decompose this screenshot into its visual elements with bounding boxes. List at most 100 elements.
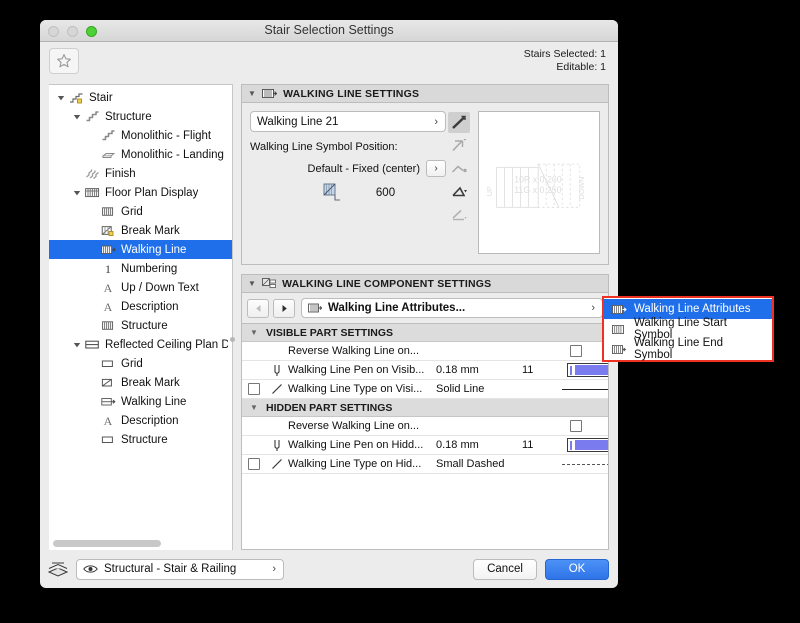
sidebar-item-stair[interactable]: Stair <box>49 88 232 107</box>
sidebar-item-description[interactable]: A Description <box>49 297 232 316</box>
settings-group-header[interactable]: ▼ VISIBLE PART SETTINGS <box>242 324 608 342</box>
stair-preview[interactable]: UP DOWN 10R x 0.200 11G x 0.250 <box>478 111 600 254</box>
settings-row[interactable]: Walking Line Pen on Visib... 0.18 mm 11 <box>242 361 608 380</box>
attribute-selector[interactable]: Walking Line Attributes... › <box>301 298 603 318</box>
component-settings-icon <box>262 277 277 288</box>
pen-icon <box>266 439 288 452</box>
collapse-triangle-icon[interactable]: ▼ <box>242 403 266 412</box>
settings-content: ▼ WALKING LINE SETTINGS Walking Line 21 … <box>233 84 618 550</box>
collapse-triangle-icon[interactable]: ▼ <box>242 328 266 337</box>
line-type-preview[interactable] <box>562 388 608 390</box>
sidebar-item-break-mark[interactable]: Break Mark <box>49 373 232 392</box>
svg-text:A: A <box>103 281 112 294</box>
settings-row[interactable]: Reverse Walking Line on... <box>242 417 608 436</box>
line-style-arrow-button[interactable] <box>448 135 470 156</box>
setting-value[interactable]: Small Dashed <box>436 458 522 470</box>
pen-weight-tick <box>570 440 572 450</box>
sidebar-item-monolithic-flight[interactable]: Monolithic - Flight <box>49 126 232 145</box>
settings-row[interactable]: Walking Line Type on Visi... Solid Line <box>242 380 608 399</box>
line-style-dot-button[interactable] <box>448 158 470 179</box>
settings-row[interactable]: Walking Line Type on Hid... Small Dashed <box>242 455 608 474</box>
sidebar-item-label: Description <box>121 414 179 427</box>
sidebar-item-numbering[interactable]: 1 Numbering <box>49 259 232 278</box>
grid-icon <box>99 205 117 218</box>
linetype-icon <box>266 383 288 395</box>
settings-group-header[interactable]: ▼ HIDDEN PART SETTINGS <box>242 399 608 417</box>
setting-value[interactable]: Solid Line <box>436 383 522 395</box>
sidebar-item-break-mark[interactable]: Break Mark <box>49 221 232 240</box>
row-enable-checkbox[interactable] <box>242 458 266 470</box>
settings-row[interactable]: Walking Line Pen on Hidd... 0.18 mm 11 <box>242 436 608 455</box>
walking-line-settings-header[interactable]: ▼ WALKING LINE SETTINGS <box>241 84 609 103</box>
symbol-offset-row: 600 <box>250 183 446 202</box>
sidebar-item-structure[interactable]: Structure <box>49 107 232 126</box>
checkbox-icon[interactable] <box>570 345 582 357</box>
pen-color-swatch[interactable] <box>562 438 608 452</box>
popup-menu-item-walking-line-start-symbol[interactable]: Walking Line Start Symbol <box>604 317 772 341</box>
sidebar-item-structure[interactable]: Structure <box>49 430 232 449</box>
line-style-flat-button[interactable] <box>448 204 470 225</box>
setting-value[interactable]: 0.18 mm <box>436 439 522 451</box>
collapse-triangle-icon[interactable]: ▼ <box>248 89 256 98</box>
sidebar-item-label: Walking Line <box>121 395 187 408</box>
pen-color-fill <box>575 440 608 450</box>
sidebar-item-finish[interactable]: Finish <box>49 164 232 183</box>
twisty-expanded-icon[interactable] <box>71 189 83 197</box>
twisty-expanded-icon[interactable] <box>55 94 67 102</box>
sidebar-item-reflected-ceiling-plan-displ[interactable]: Reflected Ceiling Plan Displ <box>49 335 232 354</box>
pen-swatch[interactable] <box>567 438 608 452</box>
layer-combo[interactable]: Structural - Stair & Railing › <box>76 558 284 580</box>
collapse-triangle-icon[interactable]: ▼ <box>248 279 256 288</box>
preview-up-label: UP <box>485 186 494 196</box>
line-style-diagonal-button[interactable] <box>448 112 470 133</box>
title-bar: Stair Selection Settings <box>40 20 618 42</box>
row-enable-checkbox[interactable] <box>242 383 266 395</box>
sidebar-item-grid[interactable]: Grid <box>49 354 232 373</box>
eye-icon <box>83 565 98 573</box>
twisty-expanded-icon[interactable] <box>71 341 83 349</box>
svg-text:1: 1 <box>105 262 111 275</box>
reverse-checkbox[interactable] <box>562 420 608 432</box>
line-style-angled-button[interactable] <box>448 181 470 202</box>
component-settings-header[interactable]: ▼ WALKING LINE COMPONENT SETTINGS <box>241 274 609 293</box>
previous-attribute-button[interactable] <box>247 298 269 318</box>
walkingline-icon <box>99 243 117 256</box>
cancel-button[interactable]: Cancel <box>473 558 537 580</box>
popup-menu-item-walking-line-end-symbol[interactable]: Walking Line End Symbol <box>604 337 772 361</box>
sidebar-resize-dot[interactable] <box>230 337 235 342</box>
setting-number: 11 <box>522 439 534 451</box>
walking-line-symbol-combo[interactable]: Walking Line 21 › <box>250 111 446 132</box>
linetype-icon <box>266 458 288 470</box>
sidebar-item-up-down-text[interactable]: A Up / Down Text <box>49 278 232 297</box>
favorites-button[interactable] <box>49 48 79 74</box>
sidebar-item-walking-line[interactable]: Walking Line <box>49 240 232 259</box>
checkbox-icon[interactable] <box>570 420 582 432</box>
pen-swatch[interactable] <box>567 363 608 377</box>
next-attribute-button[interactable] <box>273 298 295 318</box>
stair-preview-drawing: UP DOWN 10R x 0.200 11G x 0.250 <box>485 163 586 208</box>
symbol-offset-icon <box>323 183 340 201</box>
sidebar-item-monolithic-landing[interactable]: Monolithic - Landing <box>49 145 232 164</box>
line-type-preview[interactable] <box>562 463 608 465</box>
sidebar-item-structure[interactable]: Structure <box>49 316 232 335</box>
settings-row[interactable]: Reverse Walking Line on... <box>242 342 608 361</box>
floorplan-icon <box>83 186 101 199</box>
attribute-selector-value: Walking Line Attributes... <box>328 302 466 314</box>
twisty-expanded-icon[interactable] <box>71 113 83 121</box>
sidebar-item-floor-plan-display[interactable]: Floor Plan Display <box>49 183 232 202</box>
sidebar-horizontal-scrollbar[interactable] <box>49 536 232 550</box>
popup-menu-item-walking-line-attributes[interactable]: Walking Line Attributes <box>604 299 772 319</box>
scrollbar-thumb[interactable] <box>53 540 161 547</box>
ok-button[interactable]: OK <box>545 558 609 580</box>
sidebar-item-walking-line[interactable]: Walking Line <box>49 392 232 411</box>
setting-name: Walking Line Type on Hid... <box>288 458 422 470</box>
sidebar-item-grid[interactable]: Grid <box>49 202 232 221</box>
rcp-icon <box>83 338 101 351</box>
symbol-position-picker-button[interactable]: › <box>426 160 446 177</box>
line-style-dot-icon <box>451 165 467 173</box>
setting-value[interactable]: 0.18 mm <box>436 364 522 376</box>
checkbox-icon[interactable] <box>248 458 260 470</box>
sidebar-item-description[interactable]: A Description <box>49 411 232 430</box>
pen-color-swatch[interactable] <box>562 363 608 377</box>
checkbox-icon[interactable] <box>248 383 260 395</box>
